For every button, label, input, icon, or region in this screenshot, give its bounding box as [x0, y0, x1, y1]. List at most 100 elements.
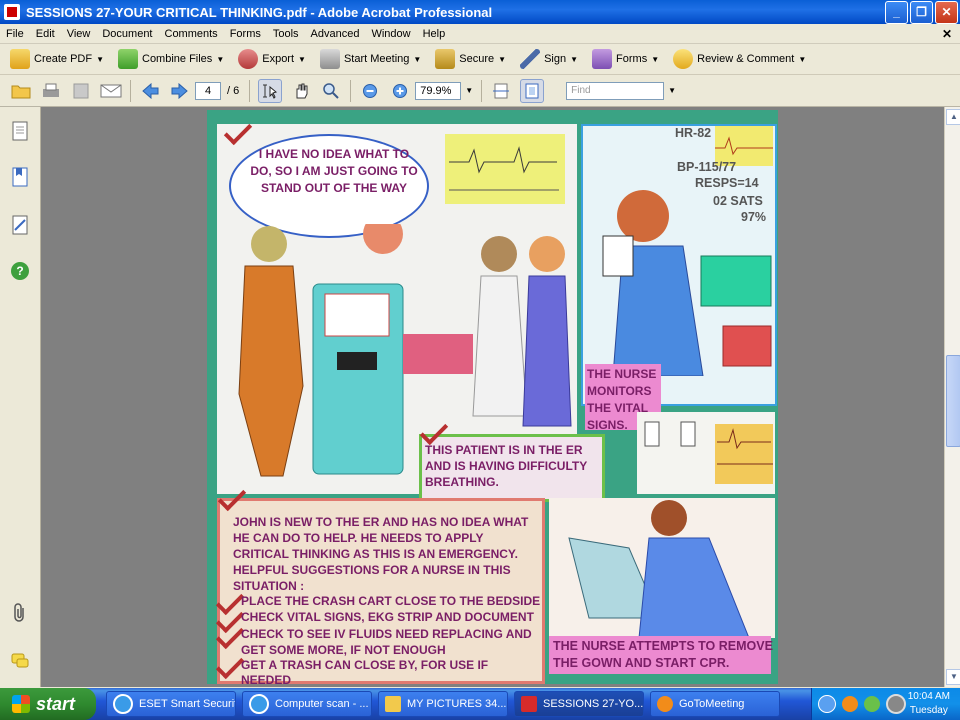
secure-button[interactable]: Secure ▼	[435, 49, 506, 69]
system-tray: 10:04 AM Tuesday	[811, 688, 960, 720]
signatures-icon[interactable]	[10, 215, 30, 235]
export-icon	[238, 49, 259, 69]
find-input[interactable]: Find	[566, 81, 665, 100]
open-folder-button[interactable]	[10, 80, 32, 102]
document-area[interactable]: I HAVE NO IDEA WHAT TO DO, SO I AM JUST …	[41, 107, 944, 687]
svg-text:?: ?	[16, 264, 23, 278]
start-meeting-label: Start Meeting	[343, 53, 410, 65]
secure-label: Secure	[459, 53, 495, 65]
help-icon[interactable]: ?	[10, 261, 30, 281]
toolbar-separator	[481, 79, 483, 102]
sign-button[interactable]: Sign ▼	[520, 49, 578, 69]
create-pdf-label: Create PDF	[34, 53, 93, 65]
menu-comments[interactable]: Comments	[159, 28, 224, 40]
taskbar-item-computer-scan[interactable]: Computer scan - ...	[242, 691, 372, 717]
attachments-paperclip-icon[interactable]	[10, 603, 30, 623]
menu-document[interactable]: Document	[96, 28, 158, 40]
toolbar-separator	[249, 79, 251, 102]
clock[interactable]: 10:04 AM Tuesday	[908, 690, 950, 718]
menu-forms[interactable]: Forms	[224, 28, 267, 40]
eset-scan-icon	[249, 694, 269, 714]
tray-gotomeeting-icon[interactable]	[842, 696, 858, 712]
pages-icon[interactable]	[10, 121, 30, 141]
comment-icon	[673, 49, 694, 69]
create-pdf-icon	[10, 49, 30, 69]
magnifier-icon	[323, 82, 339, 99]
tray-eset-icon[interactable]	[886, 694, 906, 714]
cpr-caption: THE NURSE ATTEMPTS TO REMOVE THE GOWN AN…	[553, 639, 773, 670]
taskbar-item-eset[interactable]: ESET Smart Security	[106, 691, 236, 717]
zoom-out-icon	[363, 83, 378, 98]
combine-files-button[interactable]: Combine Files ▼	[118, 49, 224, 69]
close-button[interactable]: ✕	[935, 0, 958, 24]
start-meeting-button[interactable]: Start Meeting ▼	[319, 49, 422, 69]
menu-tools[interactable]: Tools	[267, 28, 305, 40]
menu-advanced[interactable]: Advanced	[305, 28, 366, 40]
menu-view[interactable]: View	[61, 28, 97, 40]
clock-day: Tuesday	[909, 705, 948, 716]
minimize-button[interactable]: _	[885, 0, 908, 24]
taskbar-item-acrobat[interactable]: SESSIONS 27-YO...	[514, 691, 644, 717]
scroll-up-arrow-icon[interactable]: ▲	[946, 109, 960, 125]
zoom-out-button[interactable]	[359, 80, 381, 102]
export-button[interactable]: Export ▼	[238, 49, 306, 69]
zoom-in-button[interactable]	[389, 80, 411, 102]
chevron-down-icon: ▼	[798, 54, 807, 64]
close-document-button[interactable]: ✕	[942, 27, 952, 41]
pdf-icon	[521, 696, 537, 712]
bookmarks-icon[interactable]	[10, 167, 30, 187]
comments-icon[interactable]	[10, 651, 30, 671]
task-label: Computer scan - ...	[275, 698, 369, 710]
pen-icon	[520, 49, 541, 69]
previous-page-button[interactable]	[139, 80, 161, 102]
zoom-level-input[interactable]: 79.9%	[415, 81, 462, 100]
menu-window[interactable]: Window	[365, 28, 416, 40]
arrow-left-icon	[142, 82, 159, 99]
task-label: ESET Smart Security	[139, 698, 236, 710]
vertical-scrollbar[interactable]: ▲ ▼	[944, 107, 960, 687]
zoom-dropdown-chevron-icon[interactable]: ▼	[465, 86, 473, 95]
select-tool-button[interactable]	[258, 78, 283, 103]
sign-label: Sign	[544, 53, 567, 65]
taskbar-item-my-pictures[interactable]: MY PICTURES 34...	[378, 691, 508, 717]
cpr-scene-illustration	[549, 498, 775, 638]
patient-caption: THIS PATIENT IS IN THE ER AND IS HAVING …	[425, 443, 587, 489]
navigation-pane: ?	[0, 107, 41, 687]
fit-page-icon	[525, 83, 539, 98]
next-page-button[interactable]	[169, 80, 191, 102]
start-button[interactable]: start	[0, 688, 96, 720]
folder-icon	[385, 696, 401, 712]
page-number-input[interactable]: 4	[195, 81, 221, 100]
review-comment-button[interactable]: Review & Comment ▼	[673, 49, 806, 69]
save-button[interactable]	[70, 80, 92, 102]
scroll-down-arrow-icon[interactable]: ▼	[946, 669, 960, 685]
hand-tool-button[interactable]	[290, 80, 312, 102]
speech-bubble-text: I HAVE NO IDEA WHAT TO DO, SO I AM JUST …	[250, 147, 418, 195]
lock-icon	[435, 49, 456, 69]
fit-width-button[interactable]	[490, 80, 512, 102]
forms-button[interactable]: Forms ▼	[592, 49, 659, 69]
taskbar-item-gotomeeting[interactable]: GoToMeeting	[650, 691, 780, 717]
arrow-right-icon	[171, 82, 188, 99]
tray-expand-icon[interactable]	[818, 695, 836, 713]
export-label: Export	[262, 53, 295, 65]
fit-page-button[interactable]	[520, 78, 545, 103]
navigation-toolbar: 4 / 6 79.9% ▼ Find ▼	[0, 75, 960, 107]
windows-flag-icon	[12, 695, 30, 713]
menu-help[interactable]: Help	[417, 28, 452, 40]
menu-file[interactable]: File	[0, 28, 30, 40]
task-label: MY PICTURES 34...	[407, 698, 507, 710]
email-button[interactable]	[100, 80, 122, 102]
title-bar: SESSIONS 27-YOUR CRITICAL THINKING.pdf -…	[0, 0, 960, 24]
task-label: SESSIONS 27-YO...	[543, 698, 644, 710]
menu-edit[interactable]: Edit	[30, 28, 61, 40]
chevron-down-icon: ▼	[413, 54, 422, 64]
find-dropdown-chevron-icon[interactable]: ▼	[668, 86, 676, 95]
zoom-tool-button[interactable]	[320, 80, 342, 102]
chevron-down-icon: ▼	[570, 54, 579, 64]
maximize-button[interactable]: ❐	[910, 0, 933, 24]
tray-network-icon[interactable]	[864, 696, 880, 712]
create-pdf-button[interactable]: Create PDF ▼	[10, 49, 104, 69]
scroll-thumb[interactable]	[946, 355, 960, 447]
print-button[interactable]	[40, 80, 62, 102]
